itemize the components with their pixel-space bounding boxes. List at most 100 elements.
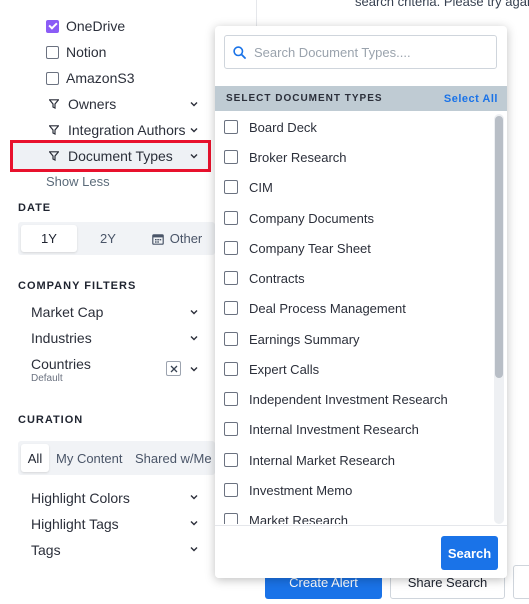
chevron-down-icon[interactable] [190,308,198,316]
list-item[interactable]: CIM [224,176,273,198]
filter-integration-authors[interactable]: Integration Authors [46,119,186,141]
checkbox-icon[interactable] [224,301,238,315]
filter-label: Document Types [68,148,173,164]
checkbox-icon[interactable] [224,211,238,225]
calendar-icon [151,233,164,245]
document-types-list: Board Deck Broker Research CIM Company D… [215,112,507,524]
filter-document-types[interactable]: Document Types [46,145,173,167]
source-label: OneDrive [66,18,126,34]
curation-highlight-colors[interactable]: Highlight Colors [31,490,130,506]
show-less-link[interactable]: Show Less [46,174,110,189]
chevron-down-icon[interactable] [190,152,198,160]
no-results-message: search criteria. Please try again [355,0,529,9]
company-filter-market-cap[interactable]: Market Cap [31,304,103,320]
source-notion[interactable]: Notion [46,41,106,63]
checkbox-checked-icon[interactable] [46,19,59,33]
checkbox-icon[interactable] [224,422,238,436]
document-type-label: Company Documents [249,210,374,226]
list-item[interactable]: Broker Research [224,146,347,168]
document-type-label: Independent Investment Research [249,391,448,407]
dropdown-footer: Search [215,525,507,578]
list-item[interactable]: Board Deck [224,116,317,138]
curation-section-title: CURATION [18,414,84,426]
scrollbar-thumb[interactable] [495,116,503,378]
checkbox-icon[interactable] [46,71,59,85]
close-icon [170,365,177,372]
checkbox-icon[interactable] [224,150,238,164]
chevron-down-icon[interactable] [190,100,198,108]
list-item[interactable]: Company Documents [224,207,374,229]
checkbox-icon[interactable] [46,45,59,59]
document-type-label: Contracts [249,270,305,286]
document-type-label: Internal Market Research [249,452,395,468]
checkbox-icon[interactable] [224,271,238,285]
chevron-down-icon[interactable] [190,493,198,501]
date-range-selector: 1Y 2Y Other [18,222,215,255]
checkbox-icon[interactable] [224,180,238,194]
document-type-label: Broker Research [249,149,347,165]
curation-tab-shared[interactable]: Shared w/Me [135,444,212,472]
filter-funnel-icon [48,151,60,161]
chevron-down-icon[interactable] [190,365,198,373]
list-item[interactable]: Independent Investment Research [224,388,448,410]
filter-funnel-icon [48,125,60,135]
document-type-label: Deal Process Management [249,300,406,316]
dropdown-header: SELECT DOCUMENT TYPES Select All [215,86,507,111]
source-onedrive[interactable]: OneDrive [46,15,125,37]
date-option-1y[interactable]: 1Y [21,225,77,252]
source-label: AmazonS3 [66,70,135,86]
curation-tab-all[interactable]: All [21,444,49,472]
date-option-label: Other [169,231,203,246]
checkbox-icon[interactable] [224,392,238,406]
document-types-dropdown: SELECT DOCUMENT TYPES Select All Board D… [215,26,507,578]
source-label: Notion [66,44,107,60]
checkbox-icon[interactable] [224,241,238,255]
document-type-label: Company Tear Sheet [249,240,371,256]
chevron-down-icon[interactable] [190,126,198,134]
more-actions-button[interactable] [513,565,529,599]
list-item[interactable]: Market Research [224,509,348,524]
search-button[interactable]: Search [441,536,498,570]
dropdown-header-title: SELECT DOCUMENT TYPES [226,93,383,104]
checkbox-icon[interactable] [224,483,238,497]
list-item[interactable]: Expert Calls [224,358,319,380]
curation-tab-my-content[interactable]: My Content [56,444,122,472]
company-filter-countries[interactable]: Countries [31,356,91,372]
document-type-label: Earnings Summary [249,331,360,347]
document-type-label: Internal Investment Research [249,421,419,437]
select-all-link[interactable]: Select All [444,93,498,105]
list-item[interactable]: Contracts [224,267,305,289]
clear-countries-button[interactable] [166,361,181,376]
list-item[interactable]: Internal Market Research [224,449,395,471]
filter-funnel-icon [48,99,60,109]
chevron-down-icon[interactable] [190,334,198,342]
curation-highlight-tags[interactable]: Highlight Tags [31,516,119,532]
document-type-label: Expert Calls [249,361,320,377]
checkbox-icon[interactable] [224,453,238,467]
document-type-label: Board Deck [249,119,317,135]
checkbox-icon[interactable] [224,120,238,134]
list-item[interactable]: Deal Process Management [224,297,406,319]
list-item[interactable]: Internal Investment Research [224,418,419,440]
filter-owners[interactable]: Owners [46,93,116,115]
list-item[interactable]: Investment Memo [224,479,352,501]
list-item[interactable]: Company Tear Sheet [224,237,371,259]
document-type-label: CIM [249,179,273,195]
date-option-2y[interactable]: 2Y [80,225,136,252]
dropdown-scrollbar[interactable] [494,114,504,524]
source-amazons3[interactable]: AmazonS3 [46,67,134,89]
document-types-search[interactable] [224,35,497,69]
chevron-down-icon[interactable] [190,545,198,553]
search-icon [233,45,246,59]
filter-label: Integration Authors [68,122,186,138]
countries-default-label: Default [31,373,63,384]
checkbox-icon[interactable] [224,513,238,524]
list-item[interactable]: Earnings Summary [224,328,360,350]
document-types-search-input[interactable] [254,44,484,60]
checkbox-icon[interactable] [224,332,238,346]
date-option-other[interactable]: Other [142,225,212,252]
curation-tags[interactable]: Tags [31,542,61,558]
company-filter-industries[interactable]: Industries [31,330,92,346]
checkbox-icon[interactable] [224,362,238,376]
chevron-down-icon[interactable] [190,519,198,527]
